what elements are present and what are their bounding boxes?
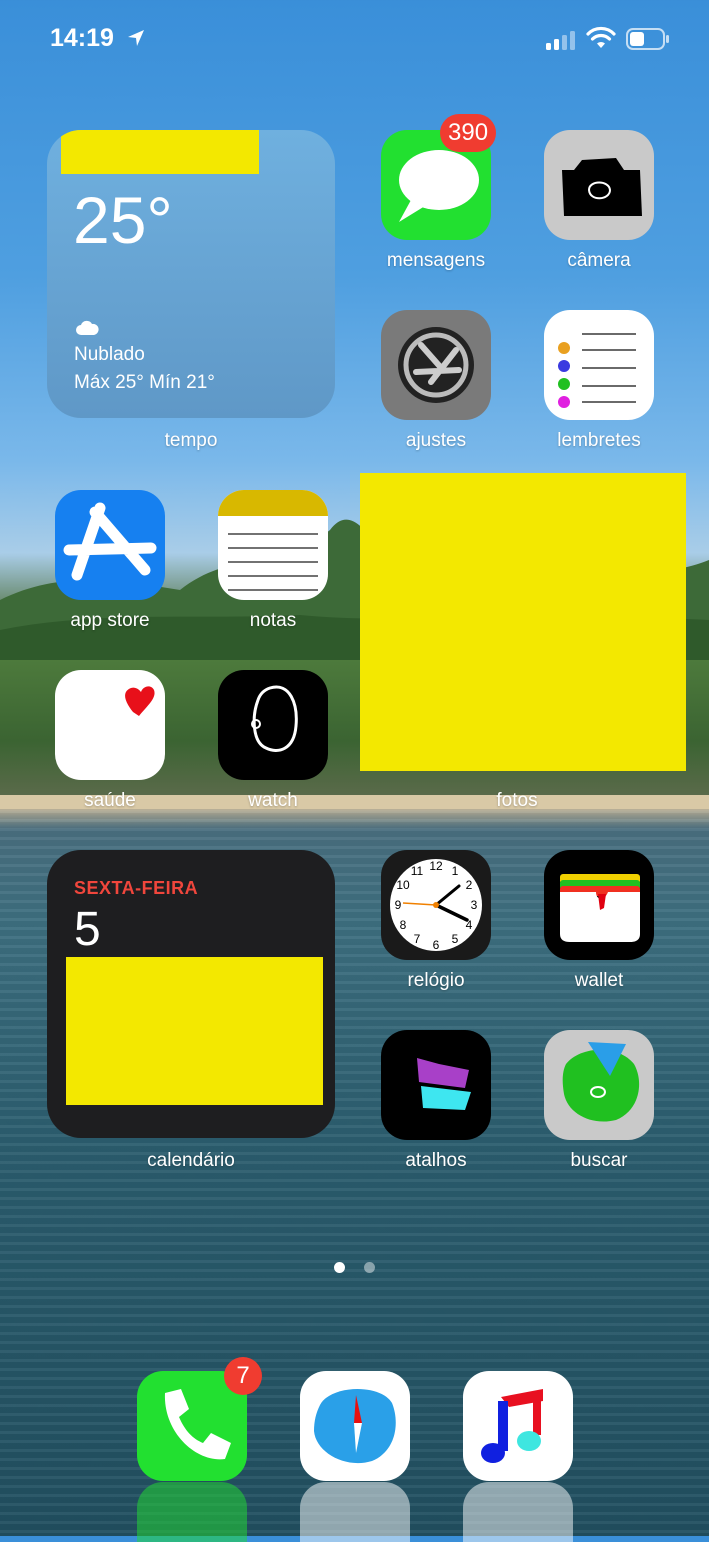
weather-widget-label: tempo: [164, 430, 218, 451]
music-note-icon: [481, 1389, 543, 1463]
calendar-date: 5: [74, 903, 101, 956]
mensagens-badge: 390: [440, 114, 497, 152]
shortcuts-icon: [417, 1058, 471, 1110]
gear-icon: [398, 327, 474, 403]
calendar-weekday: SEXTA-FEIRA: [74, 878, 199, 898]
app-saude[interactable]: [55, 670, 165, 780]
safari-reflection: [300, 1482, 410, 1542]
app-atalhos[interactable]: [381, 1030, 491, 1140]
weather-condition: Nublado: [74, 344, 145, 365]
app-watch-label: watch: [248, 790, 298, 811]
app-buscar[interactable]: [544, 1030, 654, 1140]
compass-icon: [314, 1388, 396, 1464]
weather-widget[interactable]: 25° Nublado Máx 25° Mín 21°: [47, 130, 335, 418]
wallet-icon: [560, 874, 640, 942]
heart-icon: [125, 686, 155, 716]
svg-text:10: 10: [396, 878, 410, 892]
svg-text:7: 7: [414, 932, 421, 946]
battery-icon: [626, 28, 669, 50]
app-lembretes-label: lembretes: [557, 430, 641, 451]
notes-icon: [218, 490, 328, 591]
app-wallet[interactable]: [544, 850, 654, 960]
app-relogio-label: relógio: [407, 970, 465, 991]
svg-text:12: 12: [429, 859, 443, 873]
clock-icon: 12 12 345 678 91011: [390, 859, 482, 952]
svg-text:2: 2: [466, 878, 473, 892]
app-relogio[interactable]: 12 1 2 345 678 9 10 11: [381, 850, 491, 960]
app-notas[interactable]: [218, 490, 328, 600]
app-store-icon: [63, 502, 157, 581]
svg-text:3: 3: [471, 898, 478, 912]
cellular-signal-icon: [546, 31, 575, 50]
wifi-icon: [586, 26, 616, 48]
svg-text:8: 8: [400, 918, 407, 932]
app-app-store[interactable]: [55, 490, 165, 600]
watch-icon: [251, 685, 298, 752]
app-fotos[interactable]: [360, 473, 686, 771]
app-ajustes[interactable]: [381, 310, 491, 420]
redacted-location: [61, 130, 259, 174]
svg-text:11: 11: [411, 864, 424, 878]
dock-music[interactable]: [463, 1371, 573, 1481]
app-fotos-label: fotos: [496, 790, 538, 811]
phone-badge: 7: [224, 1357, 262, 1395]
status-time: 14:19: [50, 24, 114, 52]
weather-temperature: 25°: [73, 183, 173, 257]
app-wallet-label: wallet: [574, 970, 624, 991]
app-camera[interactable]: [544, 130, 654, 240]
app-camera-label: câmera: [567, 250, 631, 271]
redacted-events: [66, 957, 323, 1105]
app-app-store-label: app store: [70, 610, 150, 631]
app-lembretes[interactable]: [544, 310, 654, 420]
app-atalhos-label: atalhos: [405, 1150, 467, 1171]
app-ajustes-label: ajustes: [405, 430, 467, 451]
phone-reflection: [137, 1482, 247, 1542]
page-dot-1: [334, 1262, 345, 1273]
camera-icon: [562, 158, 642, 216]
svg-text:1: 1: [452, 864, 459, 878]
find-my-icon: [562, 1042, 640, 1122]
music-reflection: [463, 1482, 573, 1542]
app-watch[interactable]: [218, 670, 328, 780]
location-arrow-icon: [128, 30, 144, 46]
app-saude-label: saúde: [84, 790, 136, 811]
weather-range: Máx 25° Mín 21°: [74, 372, 215, 393]
page-indicator[interactable]: [334, 1262, 378, 1274]
app-buscar-label: buscar: [570, 1150, 628, 1171]
dock-safari[interactable]: [300, 1371, 410, 1481]
calendar-widget-label: calendário: [147, 1150, 235, 1171]
svg-text:5: 5: [452, 932, 459, 946]
cloud-icon: [76, 320, 99, 335]
svg-text:9: 9: [395, 898, 402, 912]
svg-text:6: 6: [433, 938, 440, 952]
app-notas-label: notas: [249, 610, 297, 631]
app-mensagens-label: mensagens: [386, 250, 486, 271]
page-dot-2: [364, 1262, 375, 1273]
reminders-list-icon: [558, 333, 636, 408]
calendar-widget[interactable]: SEXTA-FEIRA 5: [47, 850, 335, 1138]
